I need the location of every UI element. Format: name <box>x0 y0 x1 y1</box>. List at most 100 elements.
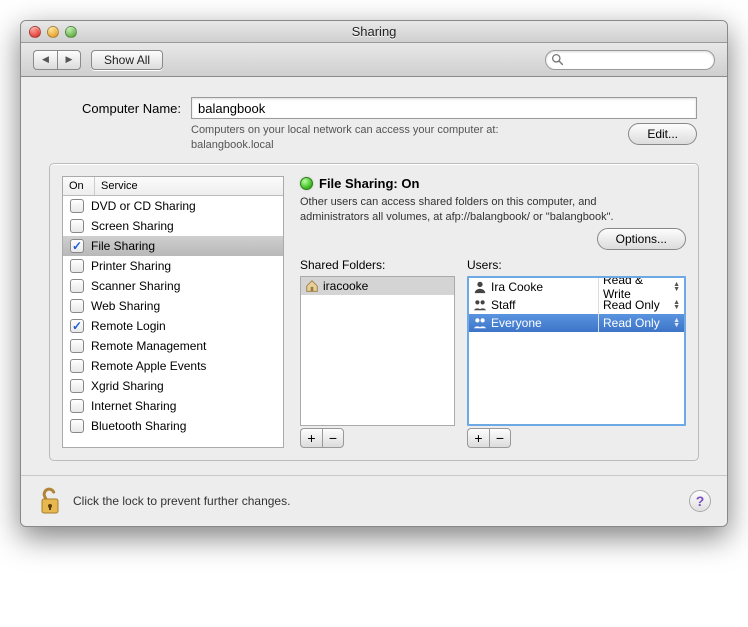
nav-segmented: ◀ ▶ <box>33 50 81 70</box>
service-row[interactable]: Printer Sharing <box>63 256 283 276</box>
footer: Click the lock to prevent further change… <box>21 475 727 526</box>
service-label: Remote Apple Events <box>91 359 206 373</box>
user-row[interactable]: Staff Read Only ▲▼ <box>469 296 684 314</box>
service-label: Bluetooth Sharing <box>91 419 186 433</box>
status-row: File Sharing: On <box>300 176 686 191</box>
users-list[interactable]: Ira CookeRead & Write▲▼StaffRead Only▲▼E… <box>467 276 686 426</box>
options-button[interactable]: Options... <box>597 228 686 250</box>
group-icon <box>473 298 487 312</box>
service-row[interactable]: DVD or CD Sharing <box>63 196 283 216</box>
service-checkbox[interactable] <box>70 239 84 253</box>
zoom-button[interactable] <box>65 26 77 38</box>
options-row: Options... <box>300 228 686 250</box>
search-input[interactable] <box>545 50 715 70</box>
service-row[interactable]: Remote Apple Events <box>63 356 283 376</box>
help-button[interactable]: ? <box>689 490 711 512</box>
close-button[interactable] <box>29 26 41 38</box>
stepper-icon[interactable]: ▲▼ <box>673 282 680 292</box>
back-button[interactable]: ◀ <box>33 50 57 70</box>
shared-folders-col: Shared Folders: iracooke + − <box>300 258 455 448</box>
services-header: On Service <box>63 177 283 196</box>
user-name: Staff <box>491 298 515 312</box>
service-checkbox[interactable] <box>70 419 84 433</box>
home-icon <box>305 279 319 293</box>
service-label: Web Sharing <box>91 299 160 313</box>
service-row[interactable]: Bluetooth Sharing <box>63 416 283 436</box>
computer-name-hint: Computers on your local network can acce… <box>191 123 614 153</box>
folders-users-row: Shared Folders: iracooke + − Users: Ira … <box>300 258 686 448</box>
user-row[interactable]: Ira CookeRead & Write▲▼ <box>469 278 684 296</box>
add-user-button[interactable]: + <box>467 428 489 448</box>
edit-name-button[interactable]: Edit... <box>628 123 697 145</box>
service-label: DVD or CD Sharing <box>91 199 196 213</box>
service-row[interactable]: Screen Sharing <box>63 216 283 236</box>
service-row[interactable]: Remote Management <box>63 336 283 356</box>
service-label: File Sharing <box>91 239 155 253</box>
service-checkbox[interactable] <box>70 259 84 273</box>
service-checkbox[interactable] <box>70 379 84 393</box>
service-checkbox[interactable] <box>70 279 84 293</box>
show-all-button[interactable]: Show All <box>91 50 163 70</box>
remove-folder-button[interactable]: − <box>322 428 344 448</box>
service-checkbox[interactable] <box>70 319 84 333</box>
user-name: Everyone <box>491 316 542 330</box>
service-checkbox[interactable] <box>70 199 84 213</box>
service-row[interactable]: Scanner Sharing <box>63 276 283 296</box>
person-icon <box>473 280 487 294</box>
user-name: Ira Cooke <box>491 280 543 294</box>
service-label: Remote Login <box>91 319 166 333</box>
service-checkbox[interactable] <box>70 399 84 413</box>
folder-row[interactable]: iracooke <box>301 277 454 295</box>
service-row[interactable]: Remote Login <box>63 316 283 336</box>
service-label: Remote Management <box>91 339 206 353</box>
users-col: Users: Ira CookeRead & Write▲▼ Staff Read … <box>467 258 686 448</box>
stepper-icon[interactable]: ▲▼ <box>673 300 680 310</box>
service-label: Printer Sharing <box>91 259 171 273</box>
users-label: Users: <box>467 258 686 272</box>
shared-folders-list[interactable]: iracooke <box>300 276 455 426</box>
col-service[interactable]: Service <box>95 177 283 195</box>
hint-line1: Computers on your local network can acce… <box>191 124 499 136</box>
forward-button[interactable]: ▶ <box>57 50 81 70</box>
footer-text: Click the lock to prevent further change… <box>73 494 290 508</box>
service-row[interactable]: File Sharing <box>63 236 283 256</box>
toolbar: ◀ ▶ Show All <box>21 43 727 77</box>
content-area: Computer Name: Computers on your local n… <box>21 77 727 475</box>
stepper-icon[interactable]: ▲▼ <box>673 318 680 328</box>
preferences-window: Sharing ◀ ▶ Show All Computer Name: Comp… <box>20 20 728 527</box>
services-panel: On Service DVD or CD Sharing Screen Shari… <box>49 163 699 462</box>
service-row[interactable]: Internet Sharing <box>63 396 283 416</box>
service-checkbox[interactable] <box>70 299 84 313</box>
col-on[interactable]: On <box>63 177 95 195</box>
service-label: Screen Sharing <box>91 219 174 233</box>
minimize-button[interactable] <box>47 26 59 38</box>
service-checkbox[interactable] <box>70 359 84 373</box>
search-wrap <box>545 50 715 70</box>
service-checkbox[interactable] <box>70 339 84 353</box>
computer-name-input[interactable] <box>191 97 697 119</box>
remove-user-button[interactable]: − <box>489 428 511 448</box>
user-row[interactable]: Everyone Read Only ▲▼ <box>469 314 684 332</box>
window-title: Sharing <box>21 24 727 39</box>
service-row[interactable]: Xgrid Sharing <box>63 376 283 396</box>
computer-name-label: Computer Name: <box>51 101 181 116</box>
users-controls: + − <box>467 428 686 448</box>
status-desc: Other users can access shared folders on… <box>300 195 620 225</box>
service-checkbox[interactable] <box>70 219 84 233</box>
service-detail: File Sharing: On Other users can access … <box>300 176 686 449</box>
computer-name-row: Computer Name: <box>51 97 697 119</box>
user-permission[interactable]: Read Only <box>603 298 660 312</box>
user-permission[interactable]: Read Only <box>603 316 660 330</box>
window-controls <box>29 26 77 38</box>
service-label: Scanner Sharing <box>91 279 180 293</box>
titlebar: Sharing <box>21 21 727 43</box>
lock-icon[interactable] <box>37 486 63 516</box>
services-body: DVD or CD Sharing Screen Sharing File Shar… <box>63 196 283 448</box>
status-dot-icon <box>300 177 313 190</box>
service-row[interactable]: Web Sharing <box>63 296 283 316</box>
add-folder-button[interactable]: + <box>300 428 322 448</box>
services-list: On Service DVD or CD Sharing Screen Shari… <box>62 176 284 449</box>
service-label: Internet Sharing <box>91 399 176 413</box>
service-label: Xgrid Sharing <box>91 379 164 393</box>
hint-line2: balangbook.local <box>191 139 274 151</box>
